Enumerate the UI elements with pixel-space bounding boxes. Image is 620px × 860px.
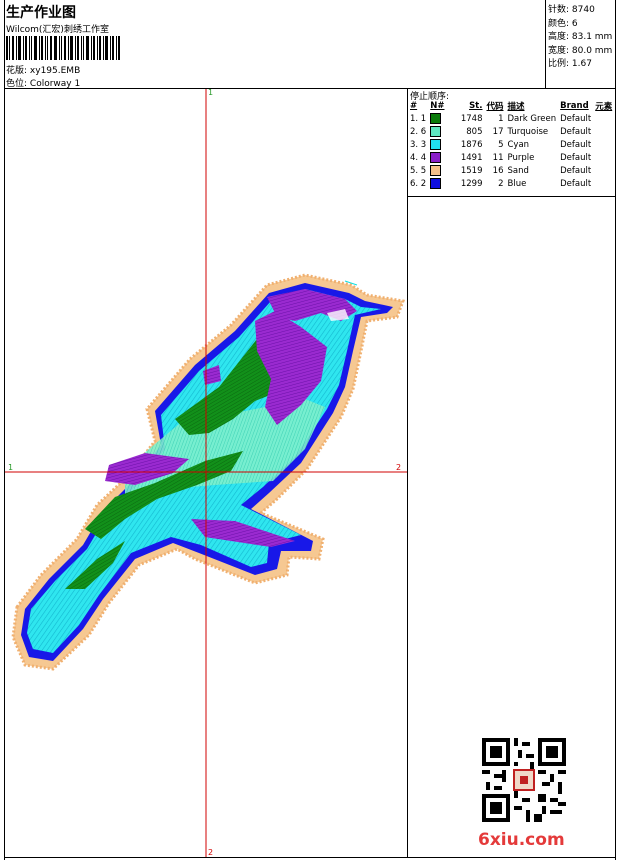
- row-code: 11: [492, 152, 504, 163]
- row-index: 6. 2: [410, 178, 427, 189]
- axis-label-top: 1: [208, 88, 214, 97]
- row-description: Sand: [507, 165, 529, 176]
- row-code: 5: [498, 139, 504, 150]
- page-title: 生产作业图: [6, 5, 76, 21]
- row-brand: Default: [560, 165, 592, 176]
- color-swatch-icon: [430, 126, 442, 137]
- col-code: 代码: [486, 102, 504, 112]
- row-swatch: [428, 177, 446, 190]
- row-element: [593, 125, 614, 138]
- color-row: 5. 5 1519 16 Sand Default: [408, 164, 614, 177]
- col-brand: Brand: [560, 101, 589, 111]
- stats-panel: 针数: 8740 颜色: 6 高度: 83.1 mm 宽度: 80.0 mm 比…: [548, 4, 612, 72]
- color-count: 颜色: 6: [548, 18, 578, 29]
- color-row: 3. 3 1876 5 Cyan Default: [408, 138, 614, 151]
- row-stitches: 1491: [460, 152, 483, 163]
- row-code: 2: [498, 178, 504, 189]
- axis-label-bottom: 2: [208, 848, 214, 857]
- row-stitches: 1519: [460, 165, 483, 176]
- row-swatch: [428, 112, 446, 125]
- row-swatch: [428, 125, 446, 138]
- row-description: Blue: [507, 178, 527, 189]
- color-row: 6. 2 1299 2 Blue Default: [408, 177, 614, 190]
- watermark-site: 6xiu.com: [478, 830, 565, 850]
- design-panel-divider: [407, 88, 408, 858]
- color-swatch-icon: [430, 178, 442, 189]
- row-brand: Default: [560, 139, 592, 150]
- color-swatch-icon: [430, 139, 442, 150]
- barcode-icon: [6, 36, 120, 60]
- design-value: xy195.EMB: [29, 66, 81, 76]
- row-element: [593, 112, 614, 125]
- col-stitches: St.: [469, 101, 483, 111]
- row-code: 17: [492, 126, 504, 137]
- col-description: 描述: [507, 102, 525, 112]
- color-row: 1. 1 1748 1 Dark Green Default: [408, 112, 614, 125]
- frame-bottom: [4, 857, 616, 858]
- row-element: [593, 177, 614, 190]
- frame-right: [615, 0, 616, 860]
- row-stitches: 1876: [460, 139, 483, 150]
- row-stitches: 1748: [460, 113, 483, 124]
- row-element: [593, 164, 614, 177]
- row-brand: Default: [560, 178, 592, 189]
- row-swatch: [428, 138, 446, 151]
- row-element: [593, 151, 614, 164]
- row-index: 3. 3: [410, 139, 427, 150]
- row-code: 1: [498, 113, 504, 124]
- axis-label-left: 1: [8, 463, 14, 472]
- row-index: 4. 4: [410, 152, 427, 163]
- table-bottom-divider: [407, 196, 616, 197]
- qr-code-icon: [482, 738, 566, 822]
- stitch-count: 针数: 8740: [548, 5, 595, 15]
- row-index: 1. 1: [410, 113, 427, 124]
- row-brand: Default: [560, 152, 592, 163]
- embroidery-design: [5, 89, 407, 857]
- design-height: 高度: 83.1 mm: [548, 32, 613, 42]
- design-label: 花版:: [6, 66, 28, 76]
- row-stitches: 805: [466, 126, 483, 137]
- scale-ratio: 比例: 1.67: [548, 59, 592, 69]
- row-code: 16: [492, 165, 504, 176]
- color-row: 2. 6 805 17 Turquoise Default: [408, 125, 614, 138]
- color-row: 4. 4 1491 11 Purple Default: [408, 151, 614, 164]
- row-brand: Default: [560, 126, 592, 137]
- color-swatch-icon: [430, 113, 442, 124]
- row-description: Purple: [507, 152, 535, 163]
- color-swatch-icon: [430, 165, 442, 176]
- row-description: Dark Green: [507, 113, 557, 124]
- color-swatch-icon: [430, 152, 442, 163]
- row-index: 5. 5: [410, 165, 427, 176]
- stats-divider: [545, 0, 546, 88]
- col-index: #: [410, 101, 418, 111]
- row-description: Turquoise: [507, 126, 549, 137]
- row-element: [593, 138, 614, 151]
- row-stitches: 1299: [460, 178, 483, 189]
- company-name: Wilcom(汇宏)刺绣工作室: [6, 25, 109, 35]
- col-element: 元素: [595, 102, 613, 112]
- color-table: # N# St. 代码 描述 Brand 元素 1. 1 1748 1 Dark Gr…: [408, 100, 614, 190]
- row-swatch: [428, 151, 446, 164]
- row-brand: Default: [560, 113, 592, 124]
- axis-label-right: 2: [396, 463, 402, 472]
- design-width: 宽度: 80.0 mm: [548, 45, 613, 56]
- col-needle: N#: [430, 101, 445, 111]
- color-table-header: # N# St. 代码 描述 Brand 元素: [408, 100, 614, 112]
- row-swatch: [428, 164, 446, 177]
- row-index: 2. 6: [410, 126, 427, 137]
- row-description: Cyan: [507, 139, 530, 150]
- design-file: 花版: xy195.EMB: [6, 63, 80, 76]
